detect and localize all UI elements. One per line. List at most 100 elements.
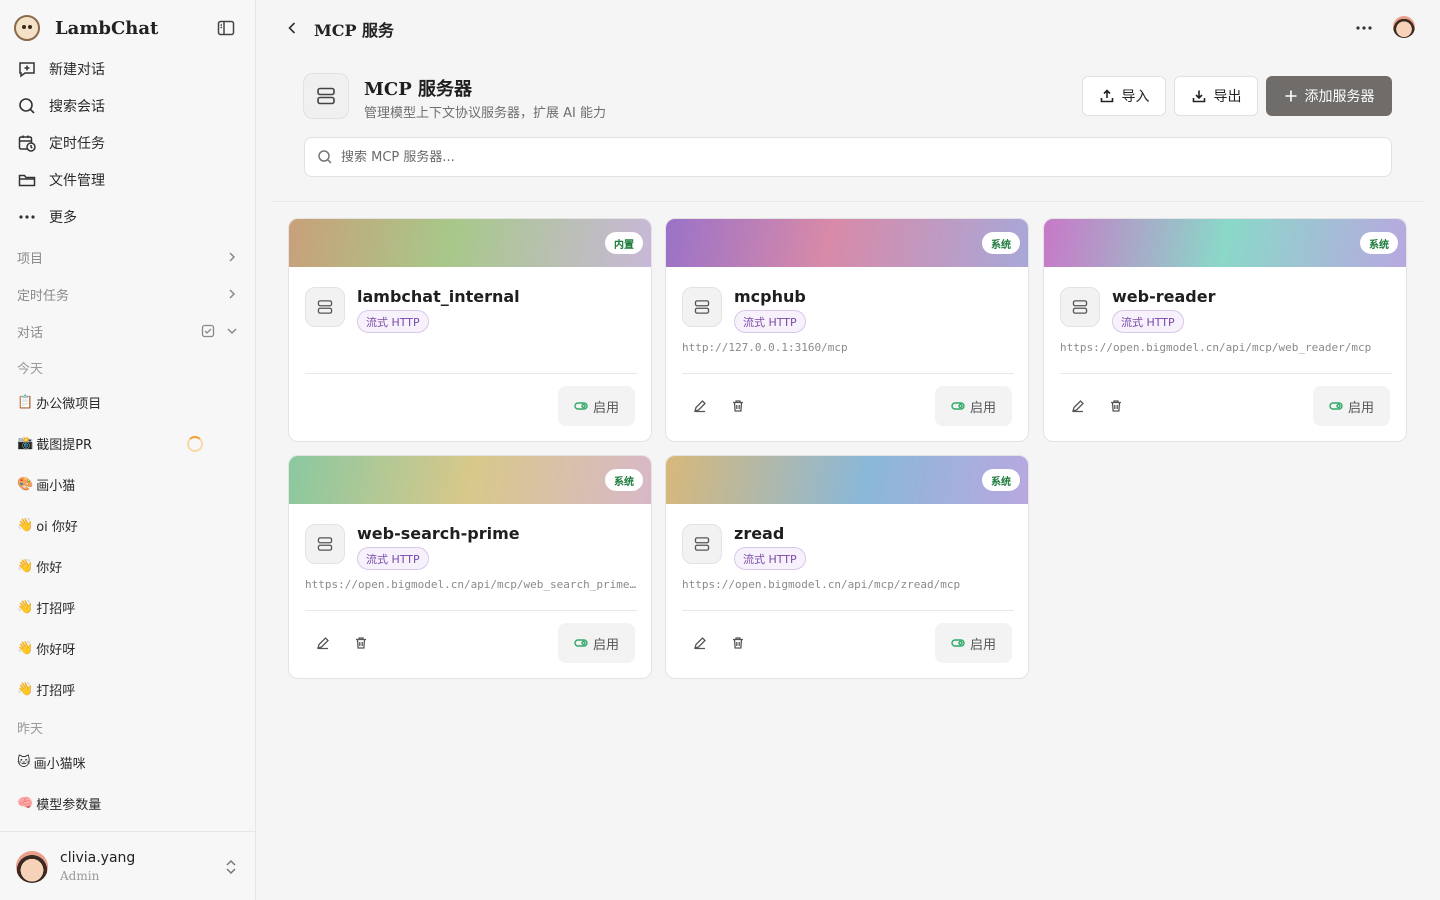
- sidebar-item-search[interactable]: 搜索会话: [16, 87, 240, 124]
- conversation-title: 模型参数量: [36, 797, 102, 813]
- sidebar-item-label: 新建对话: [49, 61, 105, 78]
- conversation-item[interactable]: 👋 你好: [17, 556, 237, 576]
- back-button[interactable]: [282, 18, 302, 38]
- card-banner: [289, 219, 651, 267]
- sidebar-nav: 新建对话 搜索会话 定时任务 文件管理 更多: [16, 50, 240, 235]
- delete-button[interactable]: [727, 395, 749, 417]
- edit-button[interactable]: [1067, 395, 1089, 417]
- conversation-item[interactable]: 👋 oi 你好: [17, 515, 237, 535]
- brand[interactable]: LambChat: [14, 14, 158, 42]
- toggle-icon: [951, 639, 965, 647]
- server-name: web-search-prime: [357, 524, 520, 543]
- import-button[interactable]: 导入: [1082, 76, 1166, 116]
- edit-button[interactable]: [689, 632, 711, 654]
- server-icon: [305, 524, 345, 564]
- enable-button[interactable]: 启用: [1313, 386, 1390, 426]
- conversation-item[interactable]: 👋 打招呼: [17, 597, 237, 617]
- enable-button-label: 启用: [592, 400, 619, 416]
- edit-button[interactable]: [312, 632, 334, 654]
- section-label: 项目: [17, 251, 44, 267]
- enable-button-label: 启用: [969, 637, 996, 653]
- conversation-title: 打招呼: [36, 601, 76, 617]
- more-icon: [1356, 26, 1372, 30]
- add-server-button-label: 添加服务器: [1304, 89, 1375, 105]
- server-icon: [1060, 287, 1100, 327]
- chevron-down-icon[interactable]: [225, 324, 239, 338]
- search-icon: [16, 95, 38, 117]
- conversation-item[interactable]: 🎨 画小猫: [17, 474, 237, 494]
- section-projects[interactable]: 项目: [17, 247, 239, 267]
- conversation-emoji: 👋: [17, 517, 34, 533]
- sidebar-item-files[interactable]: 文件管理: [16, 161, 240, 198]
- day-label-yesterday: 昨天: [17, 722, 44, 737]
- card-divider: [682, 610, 1014, 611]
- sidebar-toggle-icon[interactable]: [216, 18, 236, 38]
- status-badge: 系统: [1360, 232, 1398, 254]
- server-card[interactable]: 系统 mcphub 流式 HTTP http://127.0.0.1:3160/…: [665, 218, 1029, 442]
- card-banner: [666, 219, 1028, 267]
- conversation-title: oi 你好: [36, 519, 78, 535]
- transport-type-tag: 流式 HTTP: [357, 547, 429, 570]
- server-card[interactable]: 内置 lambchat_internal 流式 HTTP 启用: [288, 218, 652, 442]
- conversation-item[interactable]: 📸 截图提PR: [17, 433, 237, 453]
- user-name: clivia.yang: [60, 850, 136, 866]
- conversation-emoji: 👋: [17, 681, 34, 697]
- server-card[interactable]: 系统 web-search-prime 流式 HTTP https://open…: [288, 455, 652, 679]
- section-scheduled[interactable]: 定时任务: [17, 284, 239, 304]
- search-box: [304, 137, 1392, 177]
- enable-button[interactable]: 启用: [558, 623, 635, 663]
- avatar[interactable]: [1393, 16, 1415, 38]
- sidebar-item-label: 更多: [49, 209, 77, 226]
- select-checkbox-icon[interactable]: [201, 324, 215, 338]
- card-banner: [666, 456, 1028, 504]
- server-name: lambchat_internal: [357, 287, 520, 306]
- more-icon: [16, 206, 38, 228]
- trash-icon: [733, 400, 743, 412]
- page-breadcrumb-title: MCP 服务: [314, 21, 395, 40]
- delete-button[interactable]: [727, 632, 749, 654]
- card-divider: [305, 610, 637, 611]
- section-conversations[interactable]: 对话: [17, 321, 239, 341]
- upload-icon: [1100, 89, 1113, 103]
- transport-type-tag: 流式 HTTP: [734, 310, 806, 333]
- conversation-item[interactable]: 👋 你好呀: [17, 638, 237, 658]
- enable-button[interactable]: 启用: [558, 386, 635, 426]
- edit-button[interactable]: [689, 395, 711, 417]
- plus-icon: [1285, 90, 1296, 102]
- calendar-clock-icon: [16, 132, 38, 154]
- toggle-icon: [951, 402, 965, 410]
- conversation-item[interactable]: 📋 办公微项目: [17, 392, 237, 412]
- export-button[interactable]: 导出: [1174, 76, 1258, 116]
- transport-type-tag: 流式 HTTP: [734, 547, 806, 570]
- export-button-label: 导出: [1213, 89, 1242, 105]
- server-card[interactable]: 系统 zread 流式 HTTP https://open.bigmodel.c…: [665, 455, 1029, 679]
- status-badge: 内置: [605, 232, 643, 254]
- conversation-item[interactable]: 👋 打招呼: [17, 679, 237, 699]
- toggle-icon: [574, 402, 588, 410]
- sidebar-item-new-chat[interactable]: 新建对话: [16, 50, 240, 87]
- enable-button[interactable]: 启用: [935, 386, 1012, 426]
- conversation-emoji: 👋: [17, 640, 34, 656]
- card-divider: [682, 373, 1014, 374]
- user-menu[interactable]: clivia.yang Admin: [0, 831, 256, 900]
- conversation-title: 打招呼: [36, 683, 76, 699]
- sidebar-item-scheduled[interactable]: 定时任务: [16, 124, 240, 161]
- sidebar-item-more[interactable]: 更多: [16, 198, 240, 235]
- conversation-title: 画小猫: [36, 478, 76, 494]
- add-server-button[interactable]: 添加服务器: [1266, 76, 1392, 116]
- conversation-emoji: 🐱: [17, 754, 31, 770]
- conversation-item[interactable]: 🧠 模型参数量: [17, 793, 237, 813]
- enable-button[interactable]: 启用: [935, 623, 1012, 663]
- delete-button[interactable]: [350, 632, 372, 654]
- enable-button-label: 启用: [1347, 400, 1374, 416]
- section-label: 定时任务: [17, 288, 70, 304]
- toggle-icon: [574, 639, 588, 647]
- sidebar: LambChat 新建对话 搜索会话 定时任务 文件管理 更多 项目 定时任务: [0, 0, 256, 900]
- conversation-item[interactable]: 🐱 画小猫咪: [17, 752, 237, 772]
- server-card[interactable]: 系统 web-reader 流式 HTTP https://open.bigmo…: [1043, 218, 1407, 442]
- more-options-button[interactable]: [1354, 18, 1374, 38]
- delete-button[interactable]: [1105, 395, 1127, 417]
- chevron-right-icon: [229, 252, 236, 262]
- search-input[interactable]: [341, 149, 1341, 165]
- card-banner: [1044, 219, 1406, 267]
